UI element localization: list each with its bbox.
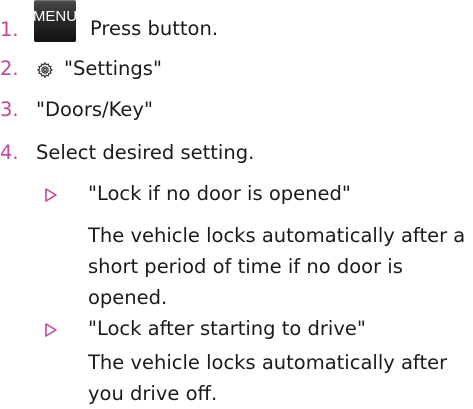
- step-text: Select desired setting.: [36, 141, 255, 164]
- step-number: 3.: [0, 98, 19, 121]
- option-title: "Lock if no door is opened": [88, 182, 351, 205]
- menu-button-label: MENU: [32, 8, 78, 25]
- step-1: 1. MENU Press button.: [0, 0, 473, 44]
- instruction-document: 1. MENU Press button. 2. "Settings" 3. "…: [0, 0, 473, 405]
- step-text-wrap: "Settings": [36, 56, 162, 82]
- gear-icon: [36, 61, 54, 79]
- step-3: 3. "Doors/Key": [0, 97, 473, 127]
- option-title: "Lock after starting to drive": [88, 317, 366, 340]
- step-number: 4.: [0, 141, 19, 164]
- step-text: "Settings": [64, 57, 162, 80]
- triangle-bullet-icon: [45, 188, 57, 202]
- step-number: 2.: [0, 57, 19, 80]
- step-number: 1.: [0, 18, 19, 41]
- step-text: "Doors/Key": [36, 98, 153, 121]
- menu-button[interactable]: MENU: [32, 0, 78, 42]
- step-text: Press button.: [90, 17, 219, 40]
- step-4: 4. Select desired setting.: [0, 140, 473, 170]
- step-2: 2. "Settings": [0, 56, 473, 86]
- triangle-bullet-icon: [45, 323, 57, 337]
- option-description: The vehicle locks automatically after yo…: [88, 351, 448, 405]
- option-description: The vehicle locks automatically after a …: [88, 224, 466, 309]
